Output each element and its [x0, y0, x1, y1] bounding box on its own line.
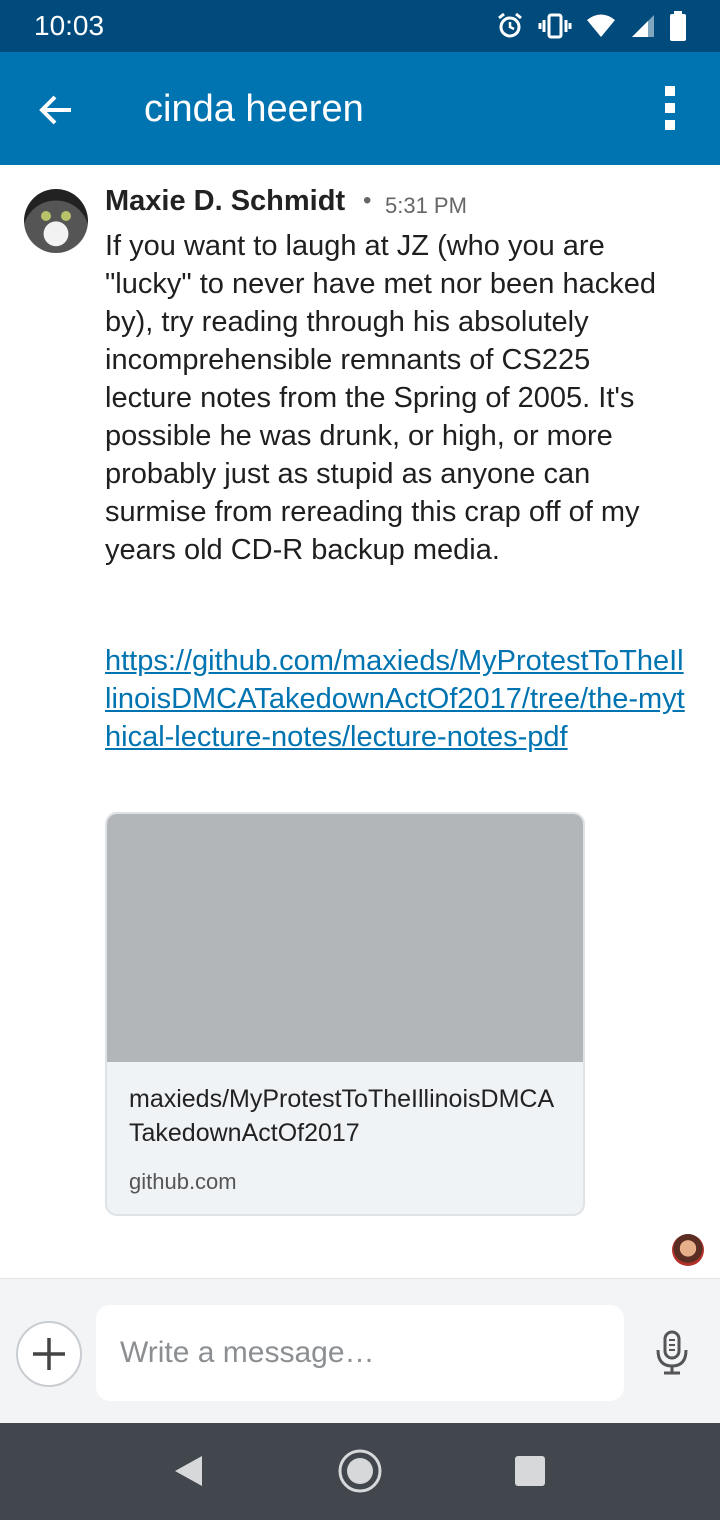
battery-icon — [670, 11, 686, 41]
link-preview-image — [107, 814, 583, 1062]
voice-message-button[interactable] — [650, 1327, 694, 1379]
back-arrow-icon — [39, 95, 71, 125]
microphone-icon — [656, 1330, 688, 1375]
alarm-icon — [498, 12, 522, 38]
system-navigation-bar — [0, 1423, 720, 1520]
signal-icon — [632, 15, 654, 37]
message-input[interactable] — [96, 1305, 624, 1401]
link-preview-domain: github.com — [129, 1169, 237, 1194]
attach-button[interactable] — [16, 1321, 82, 1387]
compose-bar — [0, 1278, 720, 1424]
nav-recents-button[interactable] — [504, 1445, 556, 1497]
separator-dot: • — [363, 187, 372, 214]
nav-home-button[interactable] — [334, 1445, 386, 1497]
circle-home-icon — [338, 1449, 382, 1493]
triangle-back-icon — [175, 1456, 202, 1486]
plus-icon — [33, 1338, 65, 1370]
sender-avatar[interactable] — [24, 189, 88, 253]
wifi-icon — [587, 14, 615, 37]
app-bar: cinda heeren — [0, 52, 720, 165]
status-bar: 10:03 — [0, 0, 720, 52]
nav-back-button[interactable] — [162, 1445, 214, 1497]
message-body: If you want to laugh at JZ (who you are … — [105, 230, 656, 566]
vibrate-icon — [538, 13, 572, 39]
square-recents-icon — [515, 1456, 545, 1486]
sender-name[interactable]: Maxie D. Schmidt — [105, 185, 345, 218]
status-icons — [496, 10, 686, 42]
link-preview-card[interactable]: maxieds/MyProtestToTheIllinoisDMCATakedo… — [105, 812, 585, 1216]
back-button[interactable] — [28, 82, 84, 138]
conversation-title: cinda heeren — [144, 88, 364, 130]
status-time: 10:03 — [34, 10, 105, 41]
read-receipt-avatar — [672, 1234, 704, 1266]
more-vertical-icon — [665, 86, 675, 130]
more-options-button[interactable] — [642, 80, 698, 136]
link-preview-title: maxieds/MyProtestToTheIllinoisDMCATakedo… — [129, 1085, 555, 1147]
message-time: 5:31 PM — [385, 193, 467, 218]
message-link[interactable]: https://github.com/maxieds/MyProtestToTh… — [105, 642, 690, 756]
